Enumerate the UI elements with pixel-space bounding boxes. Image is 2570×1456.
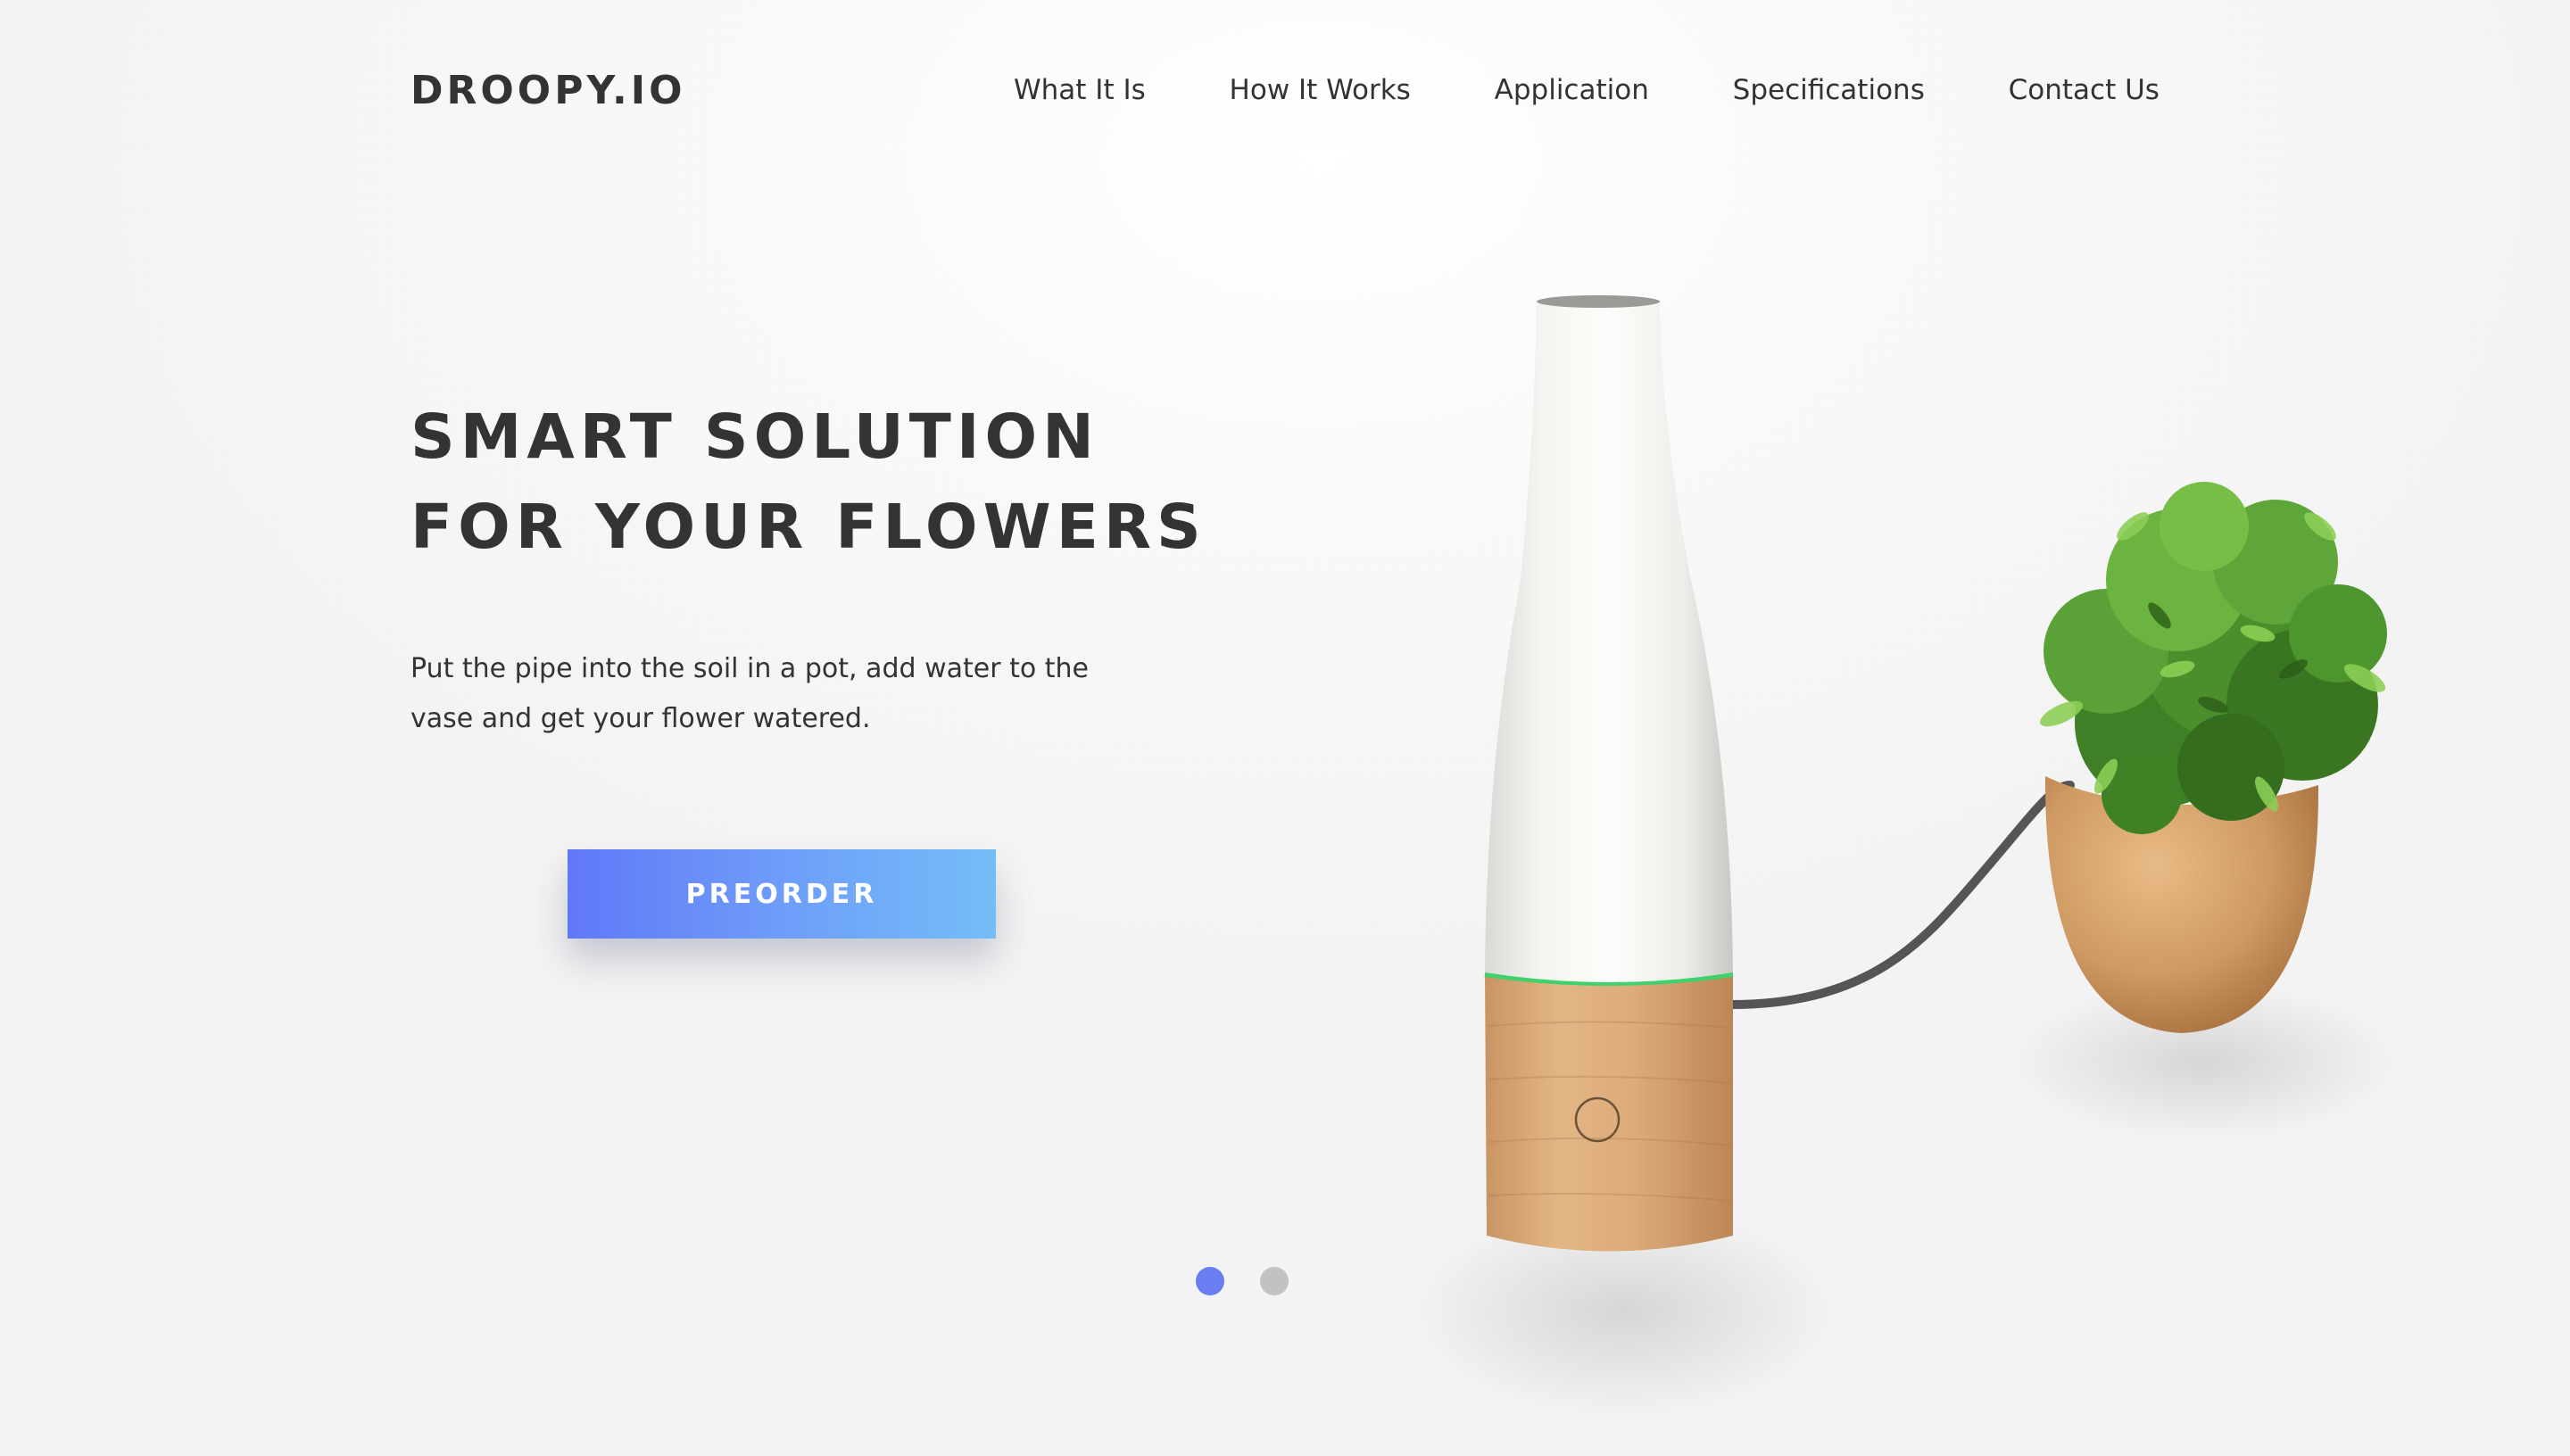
- product-illustration-svg: [1410, 295, 2400, 1419]
- nav-item-application[interactable]: Application: [1495, 70, 1649, 111]
- logo[interactable]: DROOPY.IO: [410, 66, 686, 116]
- product-illustration: [1374, 259, 2463, 1456]
- nav-item-specifications[interactable]: Specifications: [1733, 70, 1925, 111]
- potted-plant: [2040, 482, 2387, 834]
- hero-description-line-2: vase and get your flower watered.: [410, 703, 871, 734]
- nav-item-what-it-is[interactable]: What It Is: [1014, 70, 1146, 111]
- preorder-button[interactable]: PREORDER: [568, 849, 996, 939]
- carousel-pagination: [1196, 1267, 1289, 1295]
- nav-item-contact-us[interactable]: Contact Us: [2009, 70, 2160, 111]
- vase-opening: [1537, 295, 1660, 308]
- hero-title-line-2: FOR YOUR FLOWERS: [410, 492, 1206, 563]
- hero-description-line-1: Put the pipe into the soil in a pot, add…: [410, 653, 1089, 684]
- hero-title: SMART SOLUTION FOR YOUR FLOWERS: [410, 393, 1206, 573]
- vase-device: [1485, 302, 1733, 982]
- vase-wooden-base: [1485, 972, 1733, 1252]
- hero-description: Put the pipe into the soil in a pot, add…: [410, 644, 1178, 744]
- carousel-dot-2[interactable]: [1260, 1267, 1289, 1295]
- main-nav: What It Is How It Works Application Spec…: [1014, 70, 2160, 111]
- hero-title-line-1: SMART SOLUTION: [410, 401, 1099, 473]
- water-pipe: [1727, 781, 2075, 1009]
- carousel-dot-1[interactable]: [1196, 1267, 1224, 1295]
- nav-item-how-it-works[interactable]: How It Works: [1230, 70, 1411, 111]
